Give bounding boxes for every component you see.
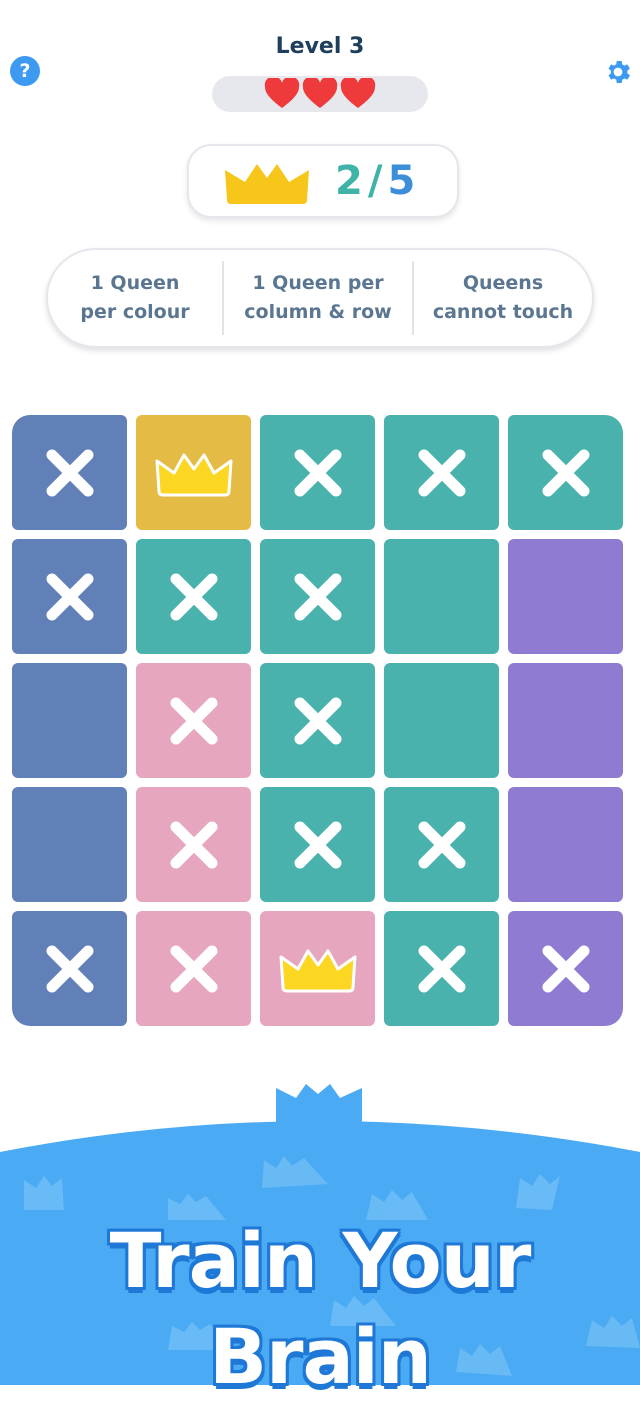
board-cell-r2-c5[interactable] bbox=[508, 539, 623, 654]
board-cell-r4-c4[interactable] bbox=[384, 787, 499, 902]
board-cell-r2-c2[interactable] bbox=[136, 539, 251, 654]
board-cell-r4-c1[interactable] bbox=[12, 787, 127, 902]
help-button[interactable]: ? bbox=[10, 56, 40, 86]
board-cell-r2-c3[interactable] bbox=[260, 539, 375, 654]
queens-progress-card: 2/5 bbox=[187, 144, 459, 218]
crown-icon bbox=[225, 164, 309, 204]
rule-one-queen-per-colour: 1 Queen per colour bbox=[48, 261, 222, 335]
cross-mark-icon bbox=[170, 821, 217, 868]
rule-line: 1 Queen per bbox=[252, 272, 384, 294]
queens-total: 5 bbox=[387, 158, 417, 204]
cross-mark-icon bbox=[170, 573, 217, 620]
level-title: Level 3 bbox=[275, 34, 365, 59]
board-cell-r1-c2[interactable] bbox=[136, 415, 251, 530]
cross-mark-icon bbox=[542, 945, 589, 992]
gear-icon bbox=[608, 61, 630, 83]
board-cell-r4-c5[interactable] bbox=[508, 787, 623, 902]
lives-bar bbox=[212, 76, 428, 112]
board-cell-r3-c2[interactable] bbox=[136, 663, 251, 778]
cross-mark-icon bbox=[294, 697, 341, 744]
queen-crown-icon bbox=[155, 453, 232, 496]
promo-title: Train Your Brain bbox=[109, 1216, 532, 1401]
cross-mark-icon bbox=[46, 573, 93, 620]
rule-line: column & row bbox=[244, 301, 392, 323]
queens-placed: 2 bbox=[335, 158, 364, 204]
board-cell-r5-c3[interactable] bbox=[260, 911, 375, 1026]
board-cell-r5-c2[interactable] bbox=[136, 911, 251, 1026]
cross-mark-icon bbox=[170, 945, 217, 992]
rule-line: cannot touch bbox=[432, 301, 574, 323]
cross-mark-icon bbox=[294, 449, 341, 496]
board-cell-r3-c1[interactable] bbox=[12, 663, 127, 778]
cross-mark-icon bbox=[294, 573, 341, 620]
board-cell-r5-c4[interactable] bbox=[384, 911, 499, 1026]
board-cell-r1-c3[interactable] bbox=[260, 415, 375, 530]
cross-mark-icon bbox=[418, 821, 465, 868]
rule-line: 1 Queen bbox=[90, 272, 180, 294]
cross-mark-icon bbox=[418, 945, 465, 992]
cross-mark-icon bbox=[294, 821, 341, 868]
heart-icon bbox=[264, 78, 300, 108]
heart-icon bbox=[302, 78, 338, 108]
queens-progress: 2/5 bbox=[335, 158, 416, 204]
rule-queens-cannot-touch: Queens cannot touch bbox=[414, 261, 592, 335]
settings-button[interactable] bbox=[601, 55, 635, 89]
cross-mark-icon bbox=[170, 697, 217, 744]
board-cell-r1-c5[interactable] bbox=[508, 415, 623, 530]
question-mark-icon: ? bbox=[19, 60, 31, 82]
cross-mark-icon bbox=[46, 449, 93, 496]
rule-line: Queens bbox=[462, 272, 544, 294]
board-cell-r3-c3[interactable] bbox=[260, 663, 375, 778]
board-cell-r5-c1[interactable] bbox=[12, 911, 127, 1026]
rule-one-queen-per-column-row: 1 Queen per column & row bbox=[222, 261, 414, 335]
board-cell-r1-c4[interactable] bbox=[384, 415, 499, 530]
board-cell-r2-c1[interactable] bbox=[12, 539, 127, 654]
board-cell-r3-c4[interactable] bbox=[384, 663, 499, 778]
queen-crown-icon bbox=[279, 949, 356, 992]
board-cell-r3-c5[interactable] bbox=[508, 663, 623, 778]
cross-mark-icon bbox=[46, 945, 93, 992]
board-cell-r2-c4[interactable] bbox=[384, 539, 499, 654]
board-cell-r4-c2[interactable] bbox=[136, 787, 251, 902]
rules-bar: 1 Queen per colour 1 Queen per column & … bbox=[46, 248, 594, 348]
heart-icon bbox=[340, 78, 376, 108]
rule-line: per colour bbox=[80, 301, 190, 323]
board-cell-r1-c1[interactable] bbox=[12, 415, 127, 530]
game-board bbox=[12, 415, 623, 1026]
cross-mark-icon bbox=[418, 449, 465, 496]
cross-mark-icon bbox=[542, 449, 589, 496]
progress-separator: / bbox=[367, 158, 384, 204]
board-cell-r5-c5[interactable] bbox=[508, 911, 623, 1026]
board-cell-r4-c3[interactable] bbox=[260, 787, 375, 902]
